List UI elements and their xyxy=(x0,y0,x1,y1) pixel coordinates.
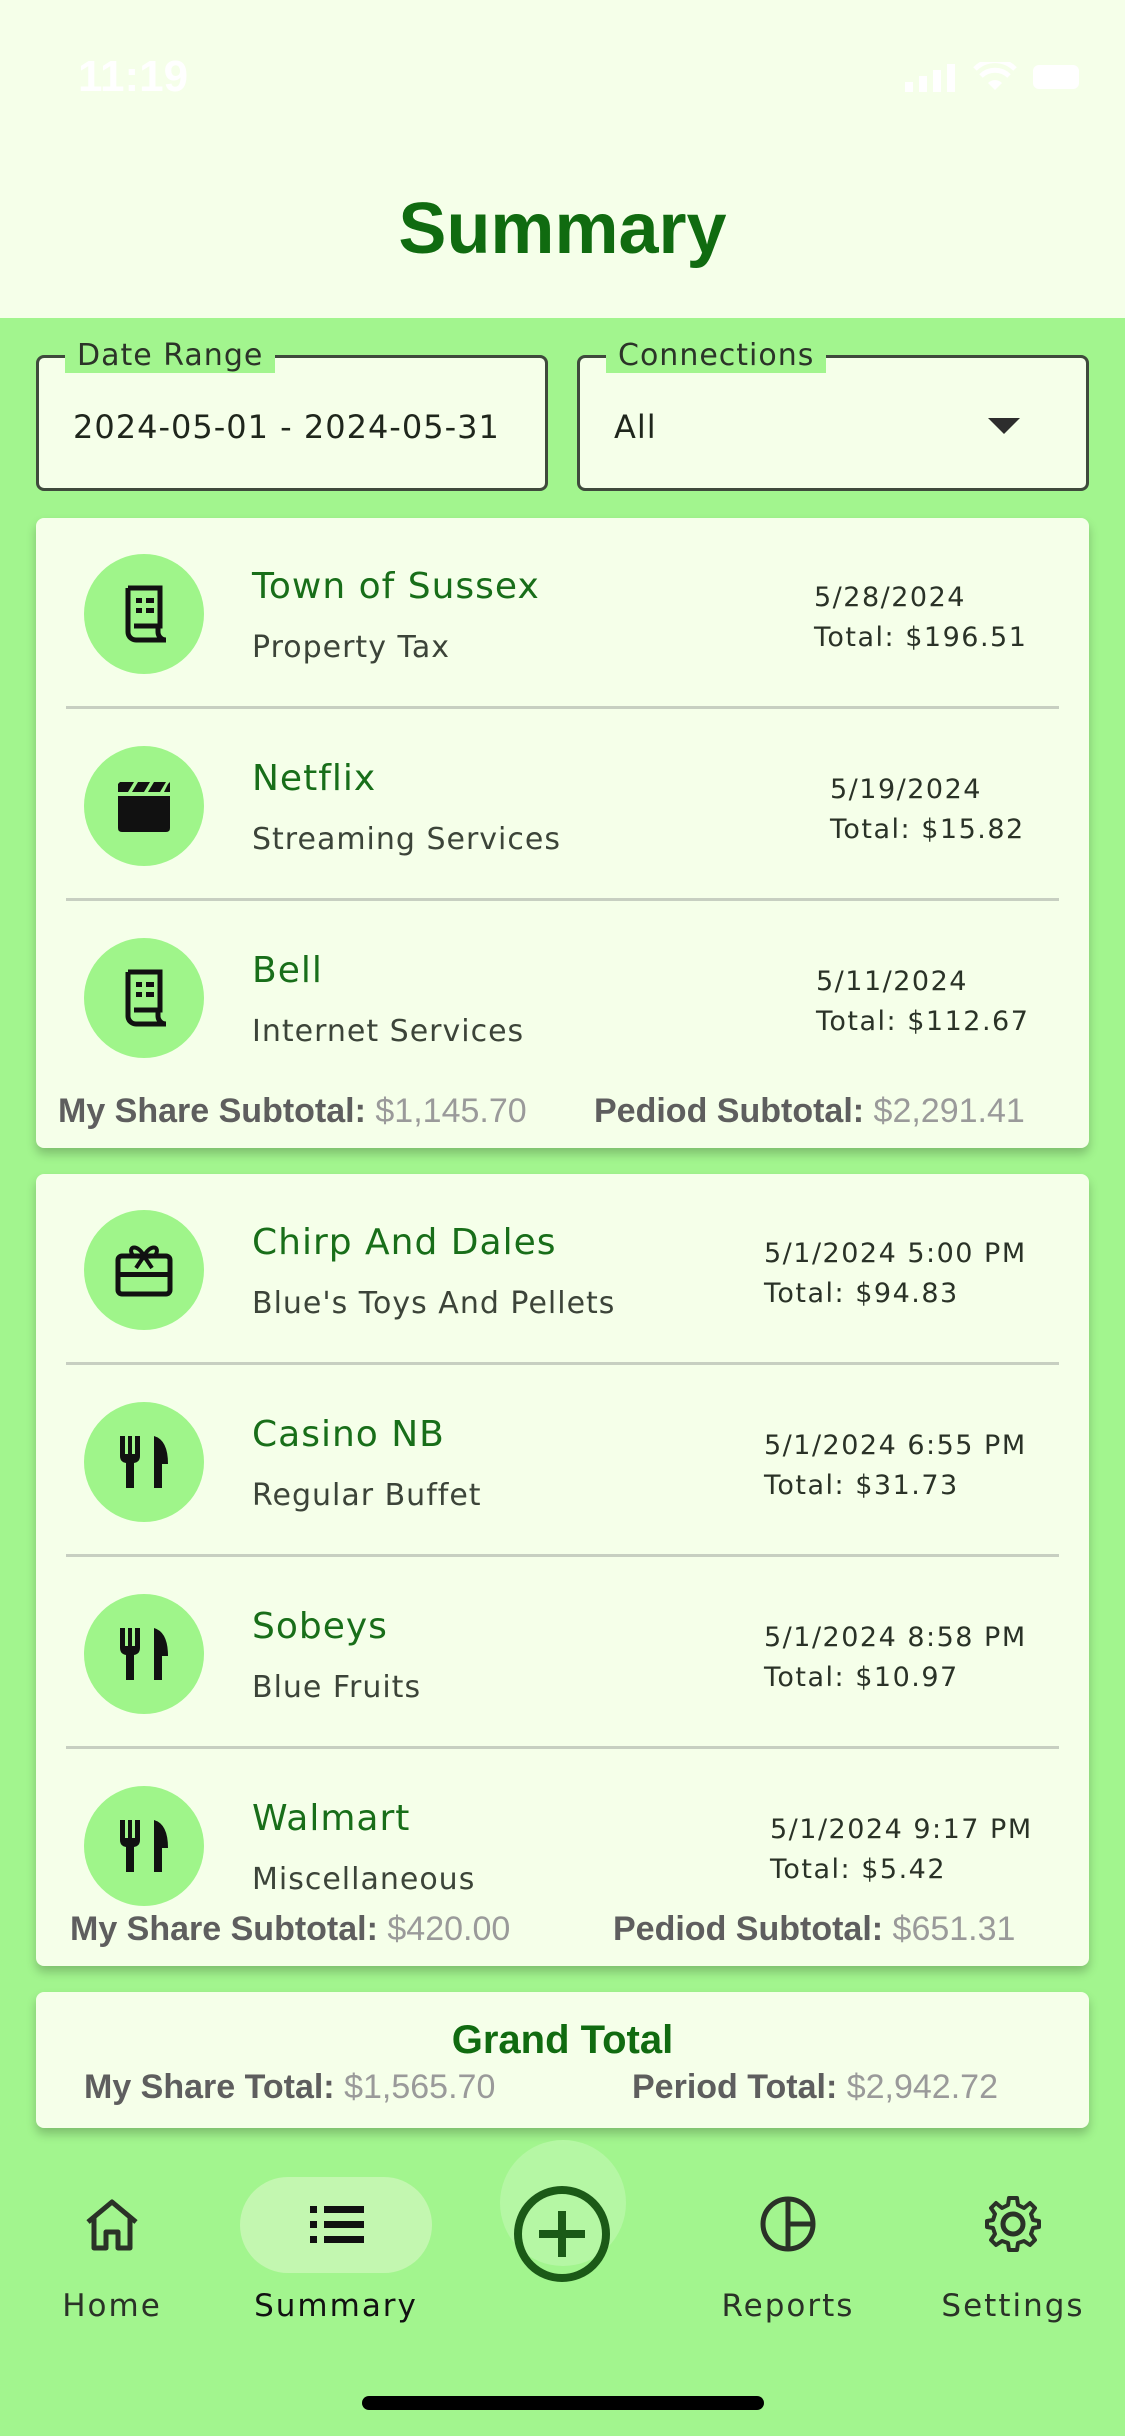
my-share-subtotal-label: My Share Subtotal: xyxy=(58,1092,366,1130)
divider xyxy=(66,1746,1059,1749)
nav-settings-label: Settings xyxy=(941,2288,1085,2324)
transaction-date: 5/1/2024 8:58 PM xyxy=(764,1622,1027,1653)
connections-value: All xyxy=(614,408,657,446)
transaction-total: Total: $94.83 xyxy=(764,1278,959,1309)
add-transaction-button[interactable] xyxy=(513,2185,611,2283)
merchant-name: Walmart xyxy=(252,1798,411,1839)
transaction-total: Total: $5.42 xyxy=(770,1854,947,1885)
transaction-date: 5/19/2024 xyxy=(830,774,982,805)
grand-total-card: Grand Total My Share Total: $1,565.70 Pe… xyxy=(36,1992,1089,2128)
transaction-meta: 5/11/2024 Total: $112.67 xyxy=(816,962,1029,1042)
transaction-total: Total: $112.67 xyxy=(816,1006,1030,1037)
receipt-icon xyxy=(84,938,204,1058)
transaction-meta: 5/19/2024 Total: $15.82 xyxy=(830,770,1025,850)
fork-knife-icon xyxy=(84,1786,204,1906)
grand-total-title: Grand Total xyxy=(451,2018,674,2062)
transaction-meta: 5/28/2024 Total: $196.51 xyxy=(814,578,1027,658)
wifi-icon xyxy=(973,62,1017,90)
category-name: Blue Fruits xyxy=(252,1670,422,1705)
transaction-date: 5/11/2024 xyxy=(816,966,968,997)
home-icon xyxy=(86,2199,138,2251)
divider xyxy=(66,1554,1059,1557)
transaction-meta: 5/1/2024 9:17 PM Total: $5.42 xyxy=(770,1810,1033,1890)
transaction-date: 5/28/2024 xyxy=(814,582,966,613)
battery-icon xyxy=(1033,65,1079,89)
period-subtotal-value: $651.31 xyxy=(892,1910,1016,1948)
transaction-total: Total: $196.51 xyxy=(814,622,1028,653)
my-share-subtotal-value: $1,145.70 xyxy=(375,1092,527,1130)
connections-select[interactable]: Connections All xyxy=(577,338,1089,491)
category-name: Property Tax xyxy=(252,630,450,665)
period-subtotal-label: Pediod Subtotal: xyxy=(613,1910,884,1948)
date-range-label: Date Range xyxy=(65,338,276,373)
category-name: Blue's Toys And Pellets xyxy=(252,1286,616,1321)
transaction-group-card: Chirp And Dales Blue's Toys And Pellets … xyxy=(36,1174,1089,1966)
status-time: 11:19 xyxy=(78,52,189,101)
transaction-group-card: Town of Sussex Property Tax 5/28/2024 To… xyxy=(36,518,1089,1148)
merchant-name: Town of Sussex xyxy=(252,566,540,607)
transaction-row[interactable]: Chirp And Dales Blue's Toys And Pellets … xyxy=(36,1174,1089,1366)
gift-card-icon xyxy=(84,1210,204,1330)
period-subtotal-label: Pediod Subtotal: xyxy=(594,1092,865,1130)
fork-knife-icon xyxy=(84,1594,204,1714)
period-subtotal-value: $2,291.41 xyxy=(873,1092,1025,1130)
transaction-date: 5/1/2024 9:17 PM xyxy=(770,1814,1033,1845)
fork-knife-icon xyxy=(84,1402,204,1522)
connections-label: Connections xyxy=(606,338,827,373)
transaction-total: Total: $15.82 xyxy=(830,814,1025,845)
my-share-subtotal: My Share Subtotal: $1,145.70 xyxy=(58,1092,527,1131)
transaction-meta: 5/1/2024 8:58 PM Total: $10.97 xyxy=(764,1618,1027,1698)
period-total-value: $2,942.72 xyxy=(846,2068,998,2106)
transaction-date: 5/1/2024 6:55 PM xyxy=(764,1430,1027,1461)
period-subtotal: Pediod Subtotal: $2,291.41 xyxy=(594,1092,1025,1131)
pie-chart-icon xyxy=(760,2196,816,2252)
transaction-row[interactable]: Netflix Streaming Services 5/19/2024 Tot… xyxy=(36,710,1089,902)
category-name: Miscellaneous xyxy=(252,1862,476,1897)
transaction-total: Total: $10.97 xyxy=(764,1662,959,1693)
clapperboard-icon xyxy=(84,746,204,866)
header: 11:19 Summary xyxy=(0,0,1125,318)
category-name: Streaming Services xyxy=(252,822,561,857)
my-share-subtotal: My Share Subtotal: $420.00 xyxy=(70,1910,511,1949)
period-total-label: Period Total: xyxy=(632,2068,838,2106)
my-share-total-label: My Share Total: xyxy=(84,2068,335,2106)
divider xyxy=(66,1362,1059,1365)
divider xyxy=(66,706,1059,709)
merchant-name: Sobeys xyxy=(252,1606,388,1647)
home-indicator[interactable] xyxy=(362,2396,764,2410)
transaction-row[interactable]: Town of Sussex Property Tax 5/28/2024 To… xyxy=(36,518,1089,710)
transaction-meta: 5/1/2024 6:55 PM Total: $31.73 xyxy=(764,1426,1027,1506)
transaction-total: Total: $31.73 xyxy=(764,1470,959,1501)
nav-home-label: Home xyxy=(62,2288,162,2324)
merchant-name: Chirp And Dales xyxy=(252,1222,557,1263)
period-subtotal: Pediod Subtotal: $651.31 xyxy=(613,1910,1016,1949)
signal-icon xyxy=(905,64,955,92)
my-share-total-value: $1,565.70 xyxy=(344,2068,496,2106)
transaction-date: 5/1/2024 5:00 PM xyxy=(764,1238,1027,1269)
nav-reports-label: Reports xyxy=(721,2288,855,2324)
transaction-row[interactable]: Casino NB Regular Buffet 5/1/2024 6:55 P… xyxy=(36,1366,1089,1558)
status-icons xyxy=(905,62,1079,92)
receipt-icon xyxy=(84,554,204,674)
list-icon xyxy=(310,2206,364,2243)
dropdown-arrow-icon[interactable] xyxy=(988,418,1020,434)
category-name: Internet Services xyxy=(252,1014,525,1049)
my-share-subtotal-value: $420.00 xyxy=(387,1910,511,1948)
date-range-value: 2024-05-01 - 2024-05-31 xyxy=(73,408,500,446)
my-share-total: My Share Total: $1,565.70 xyxy=(84,2068,495,2107)
gear-icon xyxy=(985,2196,1041,2252)
merchant-name: Casino NB xyxy=(252,1414,445,1455)
date-range-field[interactable]: Date Range 2024-05-01 - 2024-05-31 xyxy=(36,338,548,491)
nav-summary-label: Summary xyxy=(254,2288,418,2324)
transaction-meta: 5/1/2024 5:00 PM Total: $94.83 xyxy=(764,1234,1027,1314)
my-share-subtotal-label: My Share Subtotal: xyxy=(70,1910,378,1948)
transaction-row[interactable]: Sobeys Blue Fruits 5/1/2024 8:58 PM Tota… xyxy=(36,1558,1089,1750)
period-total: Period Total: $2,942.72 xyxy=(632,2068,998,2107)
transaction-row[interactable]: Bell Internet Services 5/11/2024 Total: … xyxy=(36,902,1089,1094)
merchant-name: Bell xyxy=(252,950,323,991)
merchant-name: Netflix xyxy=(252,758,377,799)
page-title: Summary xyxy=(398,189,727,269)
category-name: Regular Buffet xyxy=(252,1478,482,1513)
divider xyxy=(66,898,1059,901)
